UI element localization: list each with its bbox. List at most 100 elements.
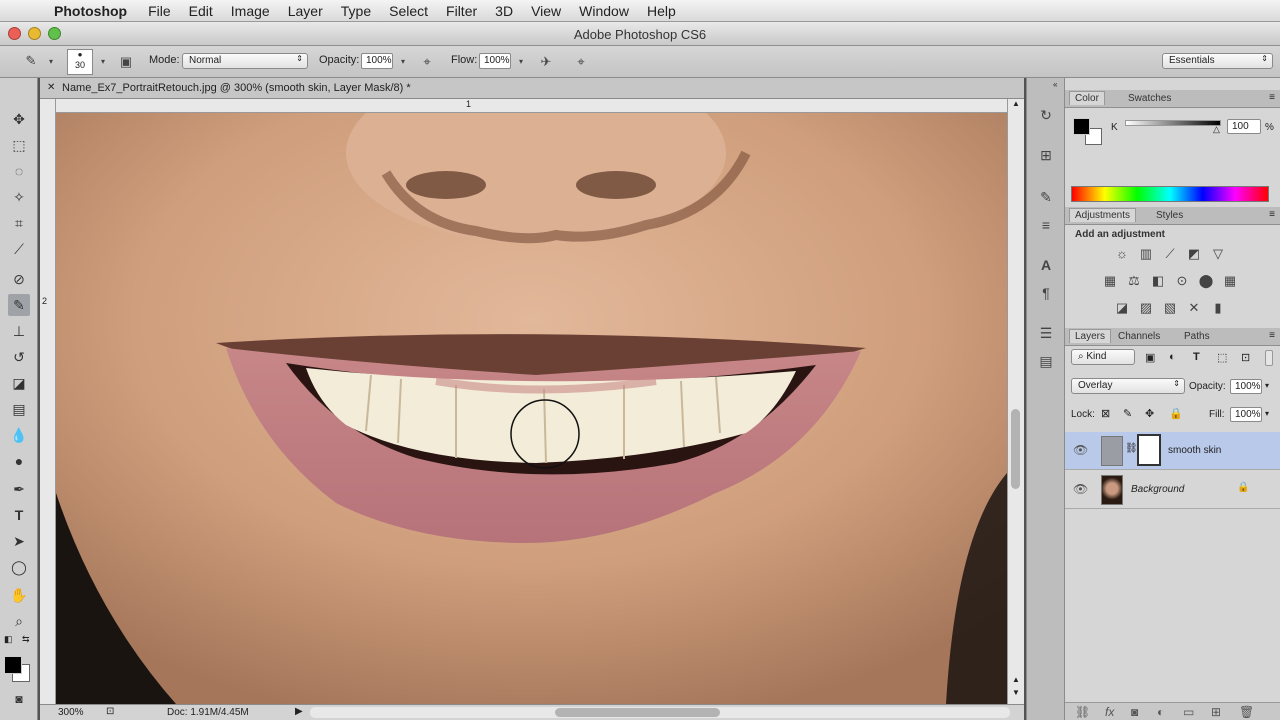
tab-adjustments[interactable]: Adjustments xyxy=(1069,208,1137,222)
healing-brush-tool-icon[interactable]: ⊘ xyxy=(8,268,30,290)
gradient-tool-icon[interactable]: ▤ xyxy=(8,398,30,420)
adjustments-menu-icon[interactable]: ≡ xyxy=(1269,209,1275,220)
info-panel-icon[interactable]: ☰ xyxy=(1035,322,1057,344)
mode-dropdown[interactable]: Normal ⇕ xyxy=(182,53,308,69)
filter-type-icon[interactable]: T xyxy=(1193,351,1200,363)
menu-layer[interactable]: Layer xyxy=(288,3,323,19)
gradient-map-icon[interactable]: ▮ xyxy=(1209,300,1227,316)
notes-panel-icon[interactable]: ▤ xyxy=(1035,350,1057,372)
eye-icon[interactable]: 👁 xyxy=(1073,443,1088,457)
lock-pixels-icon[interactable]: ✎ xyxy=(1123,407,1132,420)
character-panel-icon[interactable]: A xyxy=(1035,254,1057,276)
opacity-chevron-icon[interactable]: ▾ xyxy=(394,53,412,71)
default-colors-icon[interactable]: ◧ xyxy=(4,634,13,645)
tab-color[interactable]: Color xyxy=(1069,91,1105,105)
quick-selection-tool-icon[interactable]: ✧ xyxy=(8,186,30,208)
lock-all-icon[interactable]: 🔒 xyxy=(1169,407,1183,420)
path-selection-tool-icon[interactable]: ➤ xyxy=(8,530,30,552)
menu-help[interactable]: Help xyxy=(647,3,676,19)
new-adjustment-icon[interactable]: ◐ xyxy=(1157,705,1164,719)
scroll-up-icon[interactable]: ▲ xyxy=(1012,99,1020,108)
k-value-field[interactable]: 100 xyxy=(1227,119,1261,134)
posterize-icon[interactable]: ▨ xyxy=(1137,300,1155,316)
link-icon[interactable]: ⛓ xyxy=(1125,443,1138,454)
eraser-tool-icon[interactable]: ◪ xyxy=(8,372,30,394)
color-balance-icon[interactable]: ⚖ xyxy=(1125,273,1143,289)
layer-opacity-chevron-icon[interactable]: ▾ xyxy=(1265,381,1269,390)
filter-shape-icon[interactable]: ⬚ xyxy=(1217,351,1227,364)
fill-field[interactable]: 100% xyxy=(1230,407,1262,422)
lasso-tool-icon[interactable]: ◌ xyxy=(8,160,30,182)
menu-image[interactable]: Image xyxy=(231,3,270,19)
lock-position-icon[interactable]: ✥ xyxy=(1145,407,1154,420)
scroll-thumb[interactable] xyxy=(1011,409,1020,489)
opacity-field[interactable]: 100% xyxy=(361,53,393,69)
eye-icon[interactable]: 👁 xyxy=(1073,482,1088,496)
paragraph-panel-icon[interactable]: ¶ xyxy=(1035,282,1057,304)
horizontal-ruler[interactable]: 1 xyxy=(56,99,1007,113)
new-group-icon[interactable]: ▭ xyxy=(1183,705,1194,719)
dodge-tool-icon[interactable]: ● xyxy=(8,450,30,472)
tab-paths[interactable]: Paths xyxy=(1179,330,1215,343)
levels-icon[interactable]: ▥ xyxy=(1137,246,1155,262)
add-mask-icon[interactable]: ◙ xyxy=(1131,705,1138,719)
zoom-level[interactable]: 300% xyxy=(58,707,84,718)
brush-panel-toggle-icon[interactable]: ▣ xyxy=(117,53,135,71)
layer-filter-dropdown[interactable]: ⌕ Kind xyxy=(1071,349,1135,365)
fill-chevron-icon[interactable]: ▾ xyxy=(1265,409,1269,418)
color-lookup-icon[interactable]: ▦ xyxy=(1221,273,1239,289)
menu-3d[interactable]: 3D xyxy=(495,3,513,19)
history-brush-tool-icon[interactable]: ↺ xyxy=(8,346,30,368)
slider-handle-icon[interactable]: △ xyxy=(1213,124,1220,135)
vertical-scrollbar[interactable]: ▲ ▲ ▼ xyxy=(1007,99,1024,704)
type-tool-icon[interactable]: T xyxy=(8,504,30,526)
vertical-ruler[interactable]: 2 xyxy=(40,99,56,704)
lock-transparency-icon[interactable]: ⊠ xyxy=(1101,407,1110,420)
menu-filter[interactable]: Filter xyxy=(446,3,477,19)
brush-tool-icon[interactable]: ✎ xyxy=(8,294,30,316)
swap-colors-icon[interactable]: ⇆ xyxy=(22,634,30,645)
properties-panel-icon[interactable]: ⊞ xyxy=(1035,144,1057,166)
quick-mask-icon[interactable]: ◙ xyxy=(8,688,30,710)
black-white-icon[interactable]: ◧ xyxy=(1149,273,1167,289)
eyedropper-tool-icon[interactable]: ⟋ xyxy=(8,238,30,260)
tab-channels[interactable]: Channels xyxy=(1113,330,1165,343)
menu-file[interactable]: File xyxy=(148,3,171,19)
marquee-tool-icon[interactable]: ⬚ xyxy=(8,134,30,156)
menu-edit[interactable]: Edit xyxy=(189,3,213,19)
document-canvas[interactable] xyxy=(56,113,1007,704)
curves-icon[interactable]: ⟋ xyxy=(1161,246,1179,262)
flow-chevron-icon[interactable]: ▾ xyxy=(512,53,530,71)
zoom-tool-icon[interactable]: ⌕ xyxy=(8,610,30,632)
new-layer-icon[interactable]: ⊞ xyxy=(1211,705,1221,719)
brush-picker[interactable]: ● 30 xyxy=(67,49,93,75)
blur-tool-icon[interactable]: 💧 xyxy=(8,424,30,446)
move-tool-icon[interactable]: ✥ xyxy=(8,108,30,130)
layer-style-icon[interactable]: fx xyxy=(1105,705,1114,719)
filter-toggle[interactable] xyxy=(1265,350,1273,366)
document-tab[interactable]: ✕ Name_Ex7_PortraitRetouch.jpg @ 300% (s… xyxy=(40,78,1024,99)
pressure-opacity-icon[interactable]: ⌖ xyxy=(418,53,436,71)
app-menu[interactable]: Photoshop xyxy=(54,3,127,19)
menu-select[interactable]: Select xyxy=(389,3,428,19)
horizontal-scrollbar[interactable] xyxy=(310,707,1010,718)
blend-mode-dropdown[interactable]: Overlay ⇕ xyxy=(1071,378,1185,394)
menu-window[interactable]: Window xyxy=(579,3,629,19)
collapse-dock-icon[interactable]: « xyxy=(1053,80,1057,89)
status-menu-icon[interactable]: ▶ xyxy=(295,706,303,717)
status-options-icon[interactable]: ⊡ xyxy=(106,706,114,717)
exposure-icon[interactable]: ◩ xyxy=(1185,246,1203,262)
delete-layer-icon[interactable]: 🗑 xyxy=(1239,705,1254,719)
menu-type[interactable]: Type xyxy=(341,3,371,19)
invert-icon[interactable]: ◪ xyxy=(1113,300,1131,316)
flow-field[interactable]: 100% xyxy=(479,53,511,69)
clone-stamp-tool-icon[interactable]: ⊥ xyxy=(8,320,30,342)
ellipse-tool-icon[interactable]: ◯ xyxy=(8,556,30,578)
panel-menu-icon[interactable]: ≡ xyxy=(1269,92,1275,103)
filter-smart-object-icon[interactable]: ⊡ xyxy=(1241,351,1250,364)
hand-tool-icon[interactable]: ✋ xyxy=(8,584,30,606)
close-document-icon[interactable]: ✕ xyxy=(47,82,55,93)
layer-row-smooth-skin[interactable]: 👁 ⛓ smooth skin xyxy=(1065,432,1280,470)
workspace-dropdown[interactable]: Essentials ⇕ xyxy=(1162,53,1273,69)
brush-tool-preset-icon[interactable]: ✎ xyxy=(22,52,40,70)
